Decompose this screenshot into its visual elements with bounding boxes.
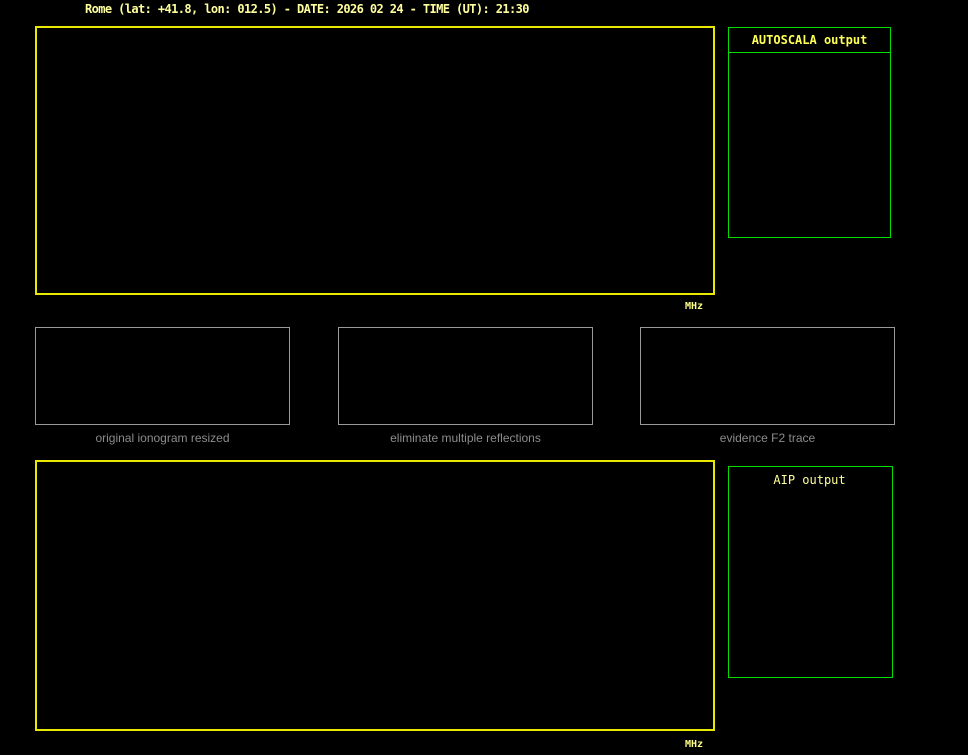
autoscala-table-title: AUTOSCALA output (729, 28, 890, 53)
thumbnail-canvas-2 (339, 328, 592, 424)
thumbnail-canvas-3 (641, 328, 894, 424)
thumbnail-canvas-1 (36, 328, 289, 424)
ionogram-canvas-bottom (37, 462, 713, 729)
x-axis-unit-top: MHz (685, 301, 704, 312)
window-title: Rome (lat: +41.8, lon: 012.5) - DATE: 20… (85, 2, 529, 16)
thumbnail-caption-1: original ionogram resized (95, 431, 230, 445)
thumbnail-original-ionogram (35, 327, 290, 425)
thumbnail-eliminate-reflections (338, 327, 593, 425)
aip-output-table (728, 466, 893, 678)
aip-table-title: AIP output (773, 473, 846, 487)
fxI-marker-label: fxI (0, 0, 22, 14)
x-axis-unit-bottom: MHz (685, 739, 704, 750)
thumbnail-evidence-f2 (640, 327, 895, 425)
thumbnail-caption-3: evidence F2 trace (719, 431, 816, 445)
autoscala-output-table: AUTOSCALA output (728, 27, 891, 238)
thumbnail-caption-2: eliminate multiple reflections (390, 431, 541, 445)
ionogram-canvas-top (37, 28, 713, 293)
